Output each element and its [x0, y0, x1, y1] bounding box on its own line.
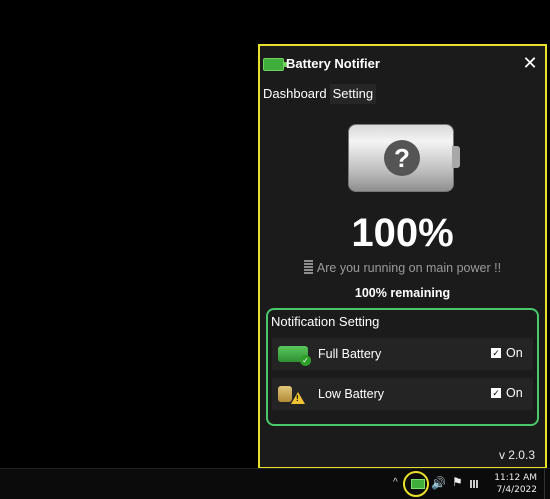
- clock-date: 7/4/2022: [496, 485, 537, 495]
- network-icon[interactable]: [470, 480, 478, 488]
- show-desktop-button[interactable]: [544, 469, 550, 499]
- speaker-icon[interactable]: 🔊: [431, 476, 446, 490]
- low-battery-label: Low Battery: [318, 387, 385, 401]
- low-battery-icon: [278, 386, 292, 402]
- full-battery-checkbox[interactable]: ✓: [491, 348, 501, 358]
- notification-setting-title: Notification Setting: [271, 314, 380, 329]
- version-label: v 2.0.3: [498, 448, 535, 462]
- battery-graphic: ?: [348, 124, 460, 192]
- battery-app-icon: [263, 58, 287, 71]
- full-battery-state: On: [506, 346, 523, 360]
- low-battery-row[interactable]: ! Low Battery ✓ On: [272, 378, 533, 410]
- battery-body: ?: [348, 124, 454, 192]
- tab-dashboard[interactable]: Dashboard: [260, 84, 330, 104]
- flag-icon[interactable]: ⚑: [452, 475, 463, 489]
- power-status: Are you running on main power !!: [260, 260, 545, 275]
- battery-remaining: 100% remaining: [354, 286, 451, 300]
- title-bar: Battery Notifier ✕: [260, 46, 545, 84]
- battery-percent: 100%: [351, 211, 454, 255]
- notification-setting-panel: Notification Setting ✓ Full Battery ✓ On…: [266, 308, 539, 426]
- low-battery-checkbox[interactable]: ✓: [491, 388, 501, 398]
- battery-level-icon: [303, 260, 313, 274]
- question-mark-icon: ?: [384, 140, 420, 176]
- warning-icon: !: [291, 392, 305, 404]
- low-battery-state: On: [506, 386, 523, 400]
- battery-notifier-window: Battery Notifier ✕ Dashboard Setting ? 1…: [258, 44, 547, 469]
- taskbar: ^ 🔊 ⚑ 11:12 AM 7/4/2022: [0, 468, 550, 499]
- battery-tip: [452, 146, 460, 168]
- power-status-text: Are you running on main power !!: [316, 261, 502, 275]
- tab-bar: Dashboard Setting: [260, 84, 377, 104]
- close-button[interactable]: ✕: [520, 53, 540, 73]
- tray-highlight-circle: [403, 471, 429, 497]
- app-title: Battery Notifier: [286, 56, 380, 71]
- clock-time: 11:12 AM: [494, 473, 537, 483]
- chevron-up-icon[interactable]: ^: [393, 477, 398, 488]
- full-battery-label: Full Battery: [318, 347, 382, 361]
- clock[interactable]: 11:12 AM 7/4/2022: [492, 472, 537, 496]
- full-battery-row[interactable]: ✓ Full Battery ✓ On: [272, 338, 533, 370]
- tab-setting[interactable]: Setting: [329, 84, 377, 104]
- full-battery-icon: ✓: [278, 346, 311, 366]
